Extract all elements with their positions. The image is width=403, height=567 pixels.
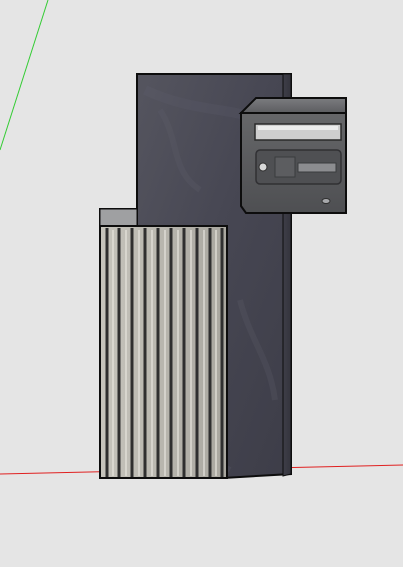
- name-plate: [297, 162, 337, 173]
- cladding-block[interactable]: [99, 208, 228, 480]
- sketchup-viewport[interactable]: [0, 0, 403, 567]
- handle-icon: [321, 198, 331, 204]
- lock-icon: [258, 162, 268, 172]
- mailbox[interactable]: [238, 97, 347, 214]
- green-axis-line: [0, 0, 49, 151]
- scene-svg: [0, 0, 403, 480]
